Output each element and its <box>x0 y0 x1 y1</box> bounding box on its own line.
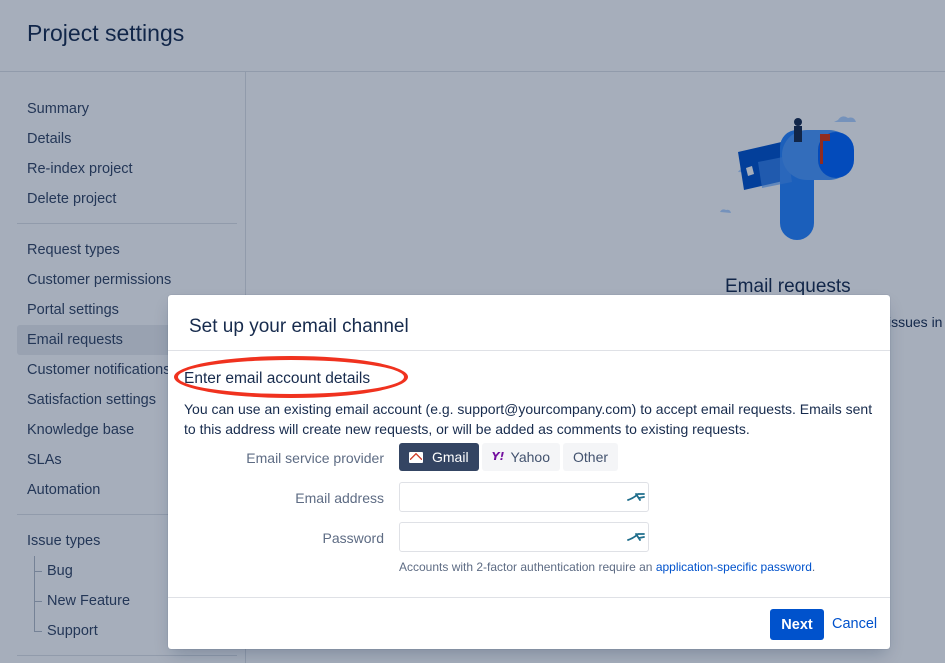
gmail-icon <box>409 451 423 463</box>
dialog-title: Set up your email channel <box>189 316 409 337</box>
two-factor-hint: Accounts with 2-factor authentication re… <box>399 560 815 574</box>
password-input[interactable] <box>399 522 649 552</box>
email-address-input[interactable] <box>399 482 649 512</box>
yahoo-icon: Y! <box>491 450 505 463</box>
email-channel-dialog: Set up your email channel Enter email ac… <box>168 295 890 649</box>
next-button[interactable]: Next <box>770 609 824 640</box>
app-specific-password-link[interactable]: application-specific password <box>656 560 812 574</box>
provider-label: Email service provider <box>246 450 384 466</box>
password-manager-icon[interactable] <box>626 490 646 504</box>
hint-text: Accounts with 2-factor authentication re… <box>399 560 656 574</box>
hint-suffix: . <box>811 560 816 574</box>
provider-toggle-group: Gmail Y! Yahoo Other <box>399 443 621 471</box>
provider-yahoo-button[interactable]: Y! Yahoo <box>481 443 560 471</box>
provider-other-button[interactable]: Other <box>563 443 619 471</box>
cancel-button[interactable]: Cancel <box>832 609 877 640</box>
password-label: Password <box>322 530 384 546</box>
provider-label-yahoo: Yahoo <box>510 449 550 465</box>
dialog-header: Set up your email channel <box>168 295 890 351</box>
provider-label-gmail: Gmail <box>432 449 469 465</box>
provider-label-other: Other <box>573 449 609 465</box>
annotation-ellipse <box>174 356 408 398</box>
email-address-label: Email address <box>295 490 384 506</box>
provider-gmail-button[interactable]: Gmail <box>399 443 479 471</box>
description-text: You can use an existing email account (e… <box>184 401 873 437</box>
password-manager-icon[interactable] <box>626 530 646 544</box>
dialog-footer-divider <box>168 597 890 598</box>
